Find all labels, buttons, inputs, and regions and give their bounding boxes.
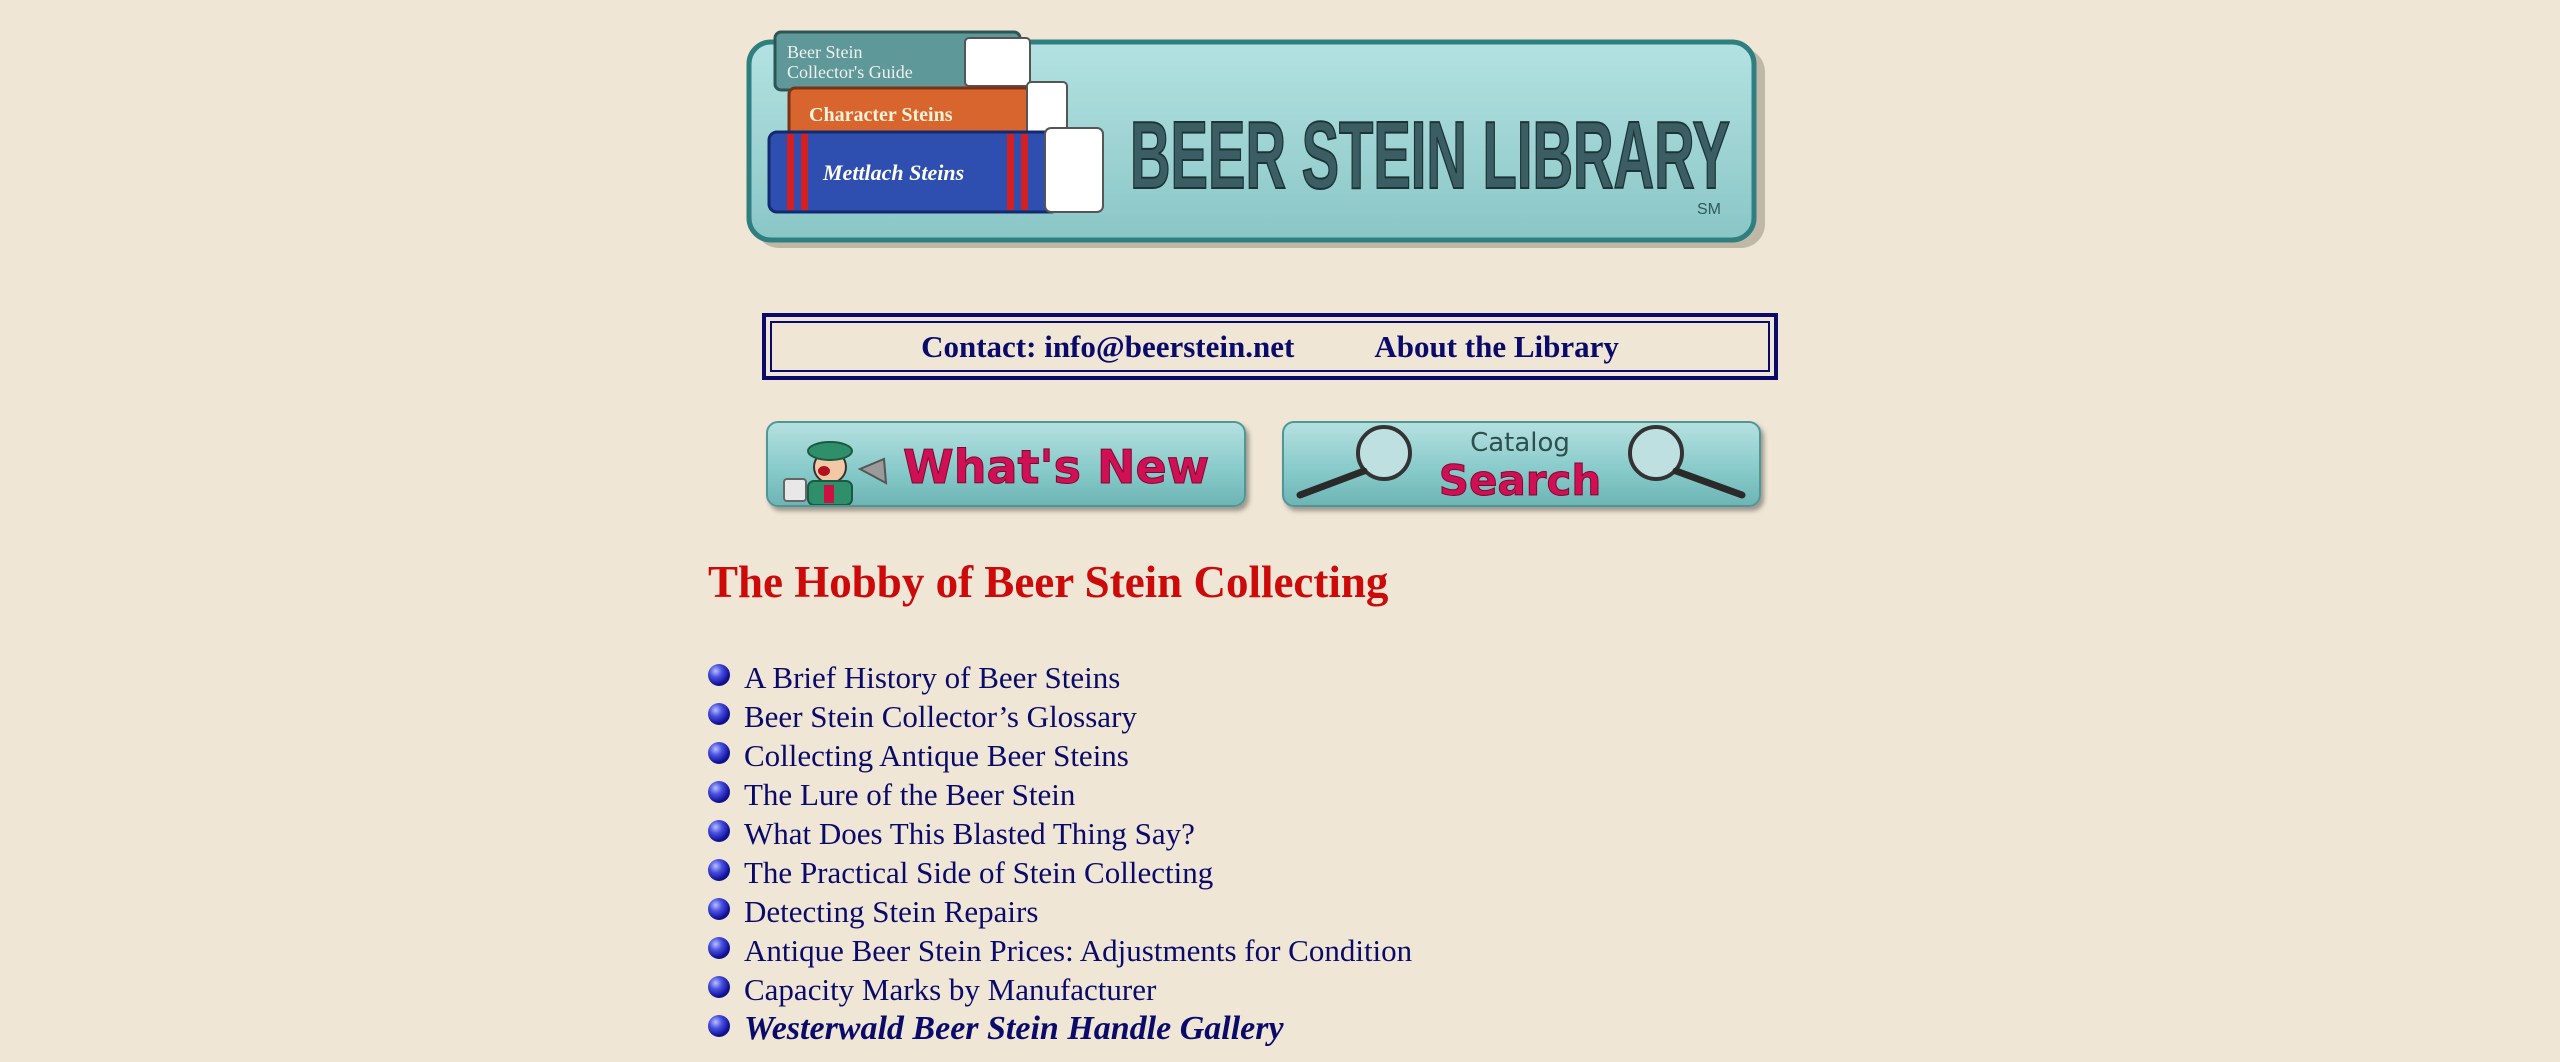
topic-link[interactable]: Capacity Marks by Manufacturer <box>744 972 1156 1008</box>
bullet-icon <box>708 1014 730 1037</box>
book-title-2: Character Steins <box>809 104 953 126</box>
catalog-label: Catalog <box>1470 428 1570 458</box>
newsboy-icon <box>783 441 888 505</box>
topic-link[interactable]: The Practical Side of Stein Collecting <box>744 855 1213 891</box>
bullet-icon <box>708 858 730 881</box>
topic-link[interactable]: Collecting Antique Beer Steins <box>744 738 1129 774</box>
list-item: Westerwald Beer Stein Handle Gallery <box>708 1009 1412 1048</box>
topic-link[interactable]: Detecting Stein Repairs <box>744 894 1038 930</box>
book-title-1a: Beer Stein <box>787 42 862 62</box>
search-label: Search <box>1439 456 1602 505</box>
whats-new-button[interactable]: What's New <box>766 421 1246 507</box>
site-banner-logo[interactable]: Beer Stein Collector's Guide Character S… <box>745 20 1770 260</box>
bullet-icon <box>708 975 730 998</box>
bullet-icon <box>708 936 730 959</box>
service-mark: SM <box>1697 201 1721 218</box>
list-item: The Practical Side of Stein Collecting <box>708 853 1412 892</box>
list-item: The Lure of the Beer Stein <box>708 775 1412 814</box>
topic-link[interactable]: A Brief History of Beer Steins <box>744 660 1120 696</box>
book-title-1b: Collector's Guide <box>787 62 913 82</box>
bullet-icon <box>708 741 730 764</box>
magnifier-icon <box>1296 425 1412 499</box>
topic-link[interactable]: Antique Beer Stein Prices: Adjustments f… <box>744 933 1412 969</box>
catalog-search-button[interactable]: Catalog Search <box>1282 421 1761 507</box>
contact-inner: Contact: info@beerstein.net About the Li… <box>770 321 1770 372</box>
bullet-icon <box>708 663 730 686</box>
list-item: Beer Stein Collector’s Glossary <box>708 697 1412 736</box>
magnifier-icon <box>1628 425 1746 499</box>
bullet-icon <box>708 702 730 725</box>
bullet-icon <box>708 897 730 920</box>
list-item: Collecting Antique Beer Steins <box>708 736 1412 775</box>
topic-link-featured[interactable]: Westerwald Beer Stein Handle Gallery <box>744 1010 1284 1048</box>
bullet-icon <box>708 780 730 803</box>
contact-email-link[interactable]: Contact: info@beerstein.net <box>921 329 1294 365</box>
list-item: A Brief History of Beer Steins <box>708 658 1412 697</box>
topic-link[interactable]: The Lure of the Beer Stein <box>744 777 1075 813</box>
list-item: What Does This Blasted Thing Say? <box>708 814 1412 853</box>
topic-link[interactable]: Beer Stein Collector’s Glossary <box>744 699 1137 735</box>
contact-box: Contact: info@beerstein.net About the Li… <box>762 313 1778 380</box>
topic-link[interactable]: What Does This Blasted Thing Say? <box>744 816 1195 852</box>
list-item: Detecting Stein Repairs <box>708 892 1412 931</box>
list-item: Antique Beer Stein Prices: Adjustments f… <box>708 931 1412 970</box>
about-library-link[interactable]: About the Library <box>1374 329 1619 365</box>
topic-list: A Brief History of Beer Steins Beer Stei… <box>708 658 1412 1048</box>
whats-new-label: What's New <box>903 440 1209 494</box>
page-title: The Hobby of Beer Stein Collecting <box>708 557 1389 607</box>
list-item: Capacity Marks by Manufacturer <box>708 970 1412 1009</box>
banner-title: BEER STEIN LIBRARY <box>1130 102 1730 209</box>
bullet-icon <box>708 819 730 842</box>
book-title-3: Mettlach Steins <box>822 160 964 185</box>
